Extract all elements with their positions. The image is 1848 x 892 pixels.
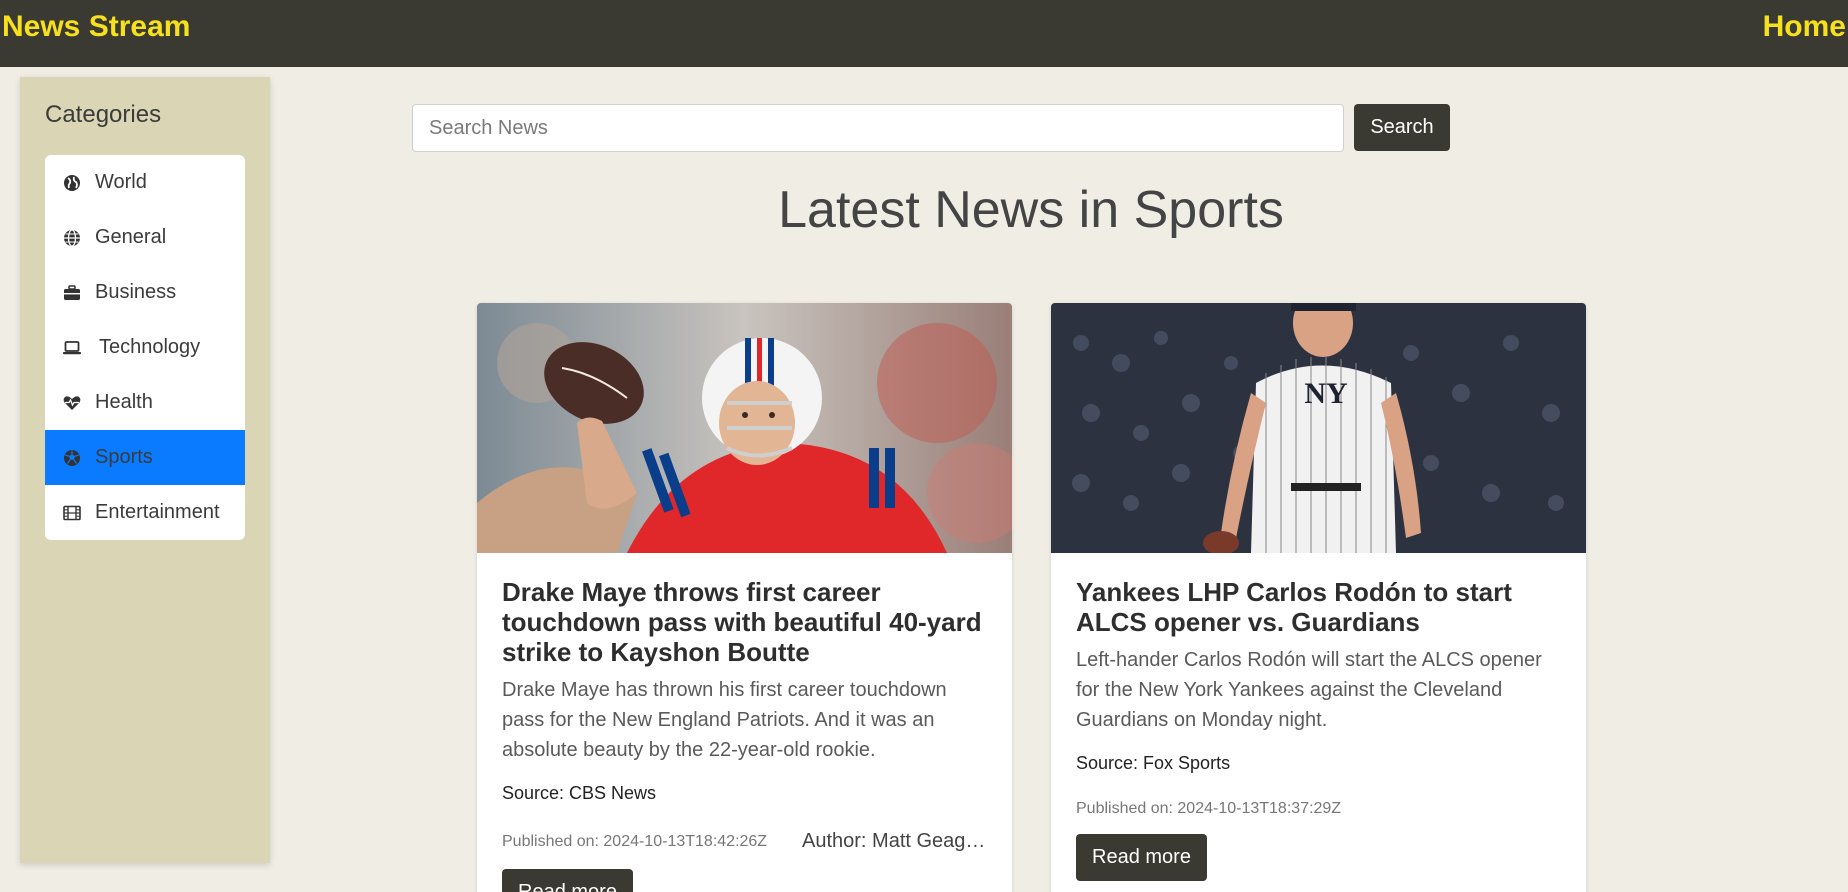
read-more-button[interactable]: Read more: [1076, 834, 1207, 881]
article-meta: Published on: 2024-10-13T18:42:26Z Autho…: [502, 830, 987, 853]
article-published-date: Published on: 2024-10-13T18:42:26Z: [502, 832, 768, 850]
sidebar-item-label: Business: [95, 281, 177, 303]
read-more-button[interactable]: Read more: [502, 869, 633, 892]
sidebar-item-business[interactable]: Business: [45, 265, 245, 320]
article-description: Drake Maye has thrown his first career t…: [502, 679, 947, 761]
article-meta: Published on: 2024-10-13T18:37:29Z: [1076, 800, 1561, 818]
article-description: Left-hander Carlos Rodón will start the …: [1076, 649, 1542, 731]
sidebar-item-label: Technology: [99, 336, 201, 358]
film-icon: [61, 502, 83, 524]
article-title[interactable]: Yankees LHP Carlos Rodón to start ALCS o…: [1076, 577, 1561, 637]
search-button[interactable]: Search: [1354, 104, 1450, 151]
news-card: NY Yankees LHP Carlos Rodón to start ALC…: [1051, 303, 1586, 892]
article-image: NY: [1051, 303, 1586, 553]
brand-link[interactable]: News Stream: [2, 10, 190, 44]
top-navbar: News Stream Home: [0, 0, 1848, 67]
search-input[interactable]: [412, 104, 1344, 152]
article-image: [477, 303, 1012, 553]
article-source: Source: Fox Sports: [1076, 753, 1231, 773]
sidebar-title: Categories: [45, 101, 162, 128]
soccer-ball-icon: [61, 447, 83, 469]
page-title: Latest News in Sports: [778, 181, 1284, 239]
sidebar-item-entertainment[interactable]: Entertainment: [45, 485, 245, 540]
svg-text:NY: NY: [1304, 377, 1348, 410]
sidebar-item-label: Health: [95, 391, 153, 413]
article-title[interactable]: Drake Maye throws first career touchdown…: [502, 577, 987, 667]
sidebar-item-label: Entertainment: [95, 501, 220, 523]
sidebar-item-health[interactable]: Health: [45, 375, 245, 430]
home-link[interactable]: Home: [1763, 10, 1846, 44]
sidebar-item-label: Sports: [95, 446, 153, 468]
news-card: Drake Maye throws first career touchdown…: [477, 303, 1012, 892]
laptop-icon: [61, 337, 83, 359]
sidebar-item-technology[interactable]: Technology: [45, 320, 245, 375]
heartbeat-icon: [61, 392, 83, 414]
article-source: Source: CBS News: [502, 783, 657, 803]
briefcase-icon: [61, 282, 83, 304]
article-published-date: Published on: 2024-10-13T18:37:29Z: [1076, 800, 1342, 817]
article-author: Author: Matt Geagan: [802, 830, 987, 852]
sidebar-item-sports[interactable]: Sports: [45, 430, 245, 485]
